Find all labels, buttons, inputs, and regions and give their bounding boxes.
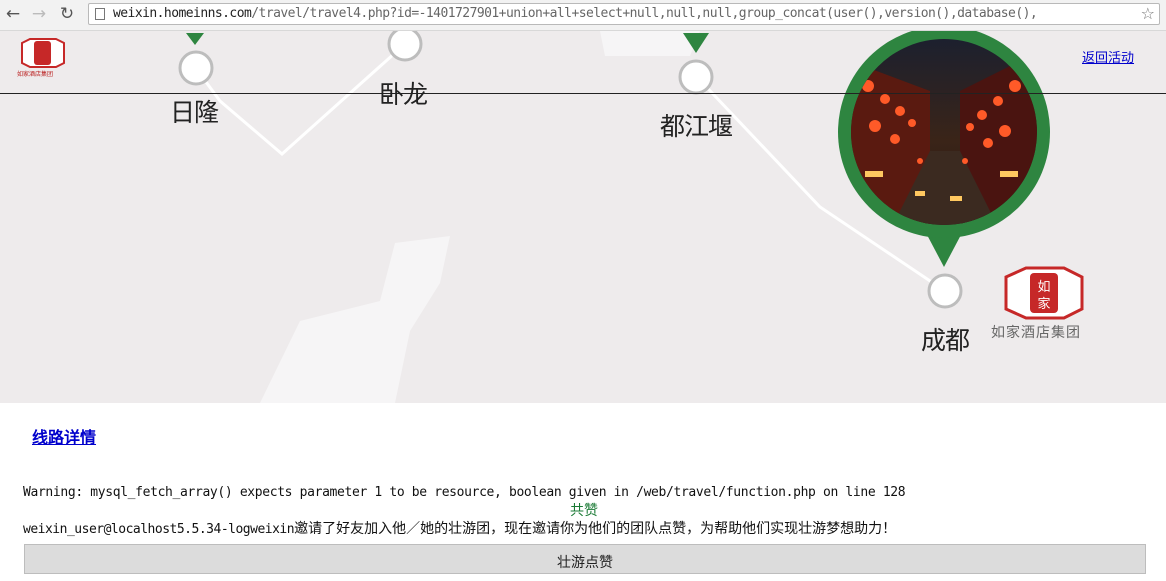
back-arrow-icon[interactable]: ← — [2, 3, 24, 25]
city-dot-dujiangyan — [678, 59, 714, 95]
forward-arrow-icon[interactable]: → — [28, 3, 50, 25]
invite-text: 邀请了好友加入他／她的壮游团，现在邀请你为他们的团队点赞，为帮助他们实现壮游梦想… — [294, 521, 897, 537]
address-bar[interactable]: weixin.homeinns.com/travel/travel4.php?i… — [88, 3, 1160, 25]
route-map: 如 家 日隆 卧龙 都江堰 成都 如家酒店集团 如家酒店集团 — [0, 31, 1166, 403]
svg-text:家: 家 — [1037, 296, 1050, 312]
like-count-label: 共赞 — [570, 503, 598, 519]
back-to-activity-link[interactable]: 返回活动 — [1082, 47, 1134, 66]
city-dot-rilong — [178, 50, 214, 86]
homeinns-logo: 如 家 — [1004, 266, 1084, 320]
city-dot-chengdu — [927, 273, 963, 309]
reload-icon[interactable]: ↻ — [56, 3, 78, 25]
route-details-link[interactable]: 线路详情 — [32, 424, 96, 448]
like-button[interactable]: 壮游点赞 — [24, 544, 1146, 574]
pin-icon — [186, 33, 204, 45]
php-warning: Warning: mysql_fetch_array() expects par… — [23, 485, 906, 500]
divider-line — [0, 93, 1166, 94]
brand-name-small: 如家酒店集团 — [17, 71, 54, 78]
star-icon[interactable]: ☆ — [1138, 4, 1155, 23]
map-graphics: 如 家 — [21, 31, 1084, 403]
invite-user: weixin_user@localhost5.5.34-logweixin — [23, 522, 295, 537]
brand-name: 如家酒店集团 — [991, 325, 1081, 341]
city-label-chengdu: 成都 — [921, 326, 970, 355]
city-label-dujiangyan: 都江堰 — [660, 112, 733, 141]
svg-text:如: 如 — [1037, 279, 1050, 295]
invite-message: weixin_user@localhost5.5.34-logweixin邀请了… — [23, 518, 896, 538]
page-icon — [95, 8, 105, 20]
city-label-rilong: 日隆 — [170, 98, 219, 127]
browser-toolbar: ← → ↻ weixin.homeinns.com/travel/travel4… — [0, 0, 1166, 31]
homeinns-small-logo — [21, 38, 65, 68]
city-dot-wolong — [387, 31, 423, 62]
url-text: weixin.homeinns.com/travel/travel4.php?i… — [113, 6, 1038, 21]
